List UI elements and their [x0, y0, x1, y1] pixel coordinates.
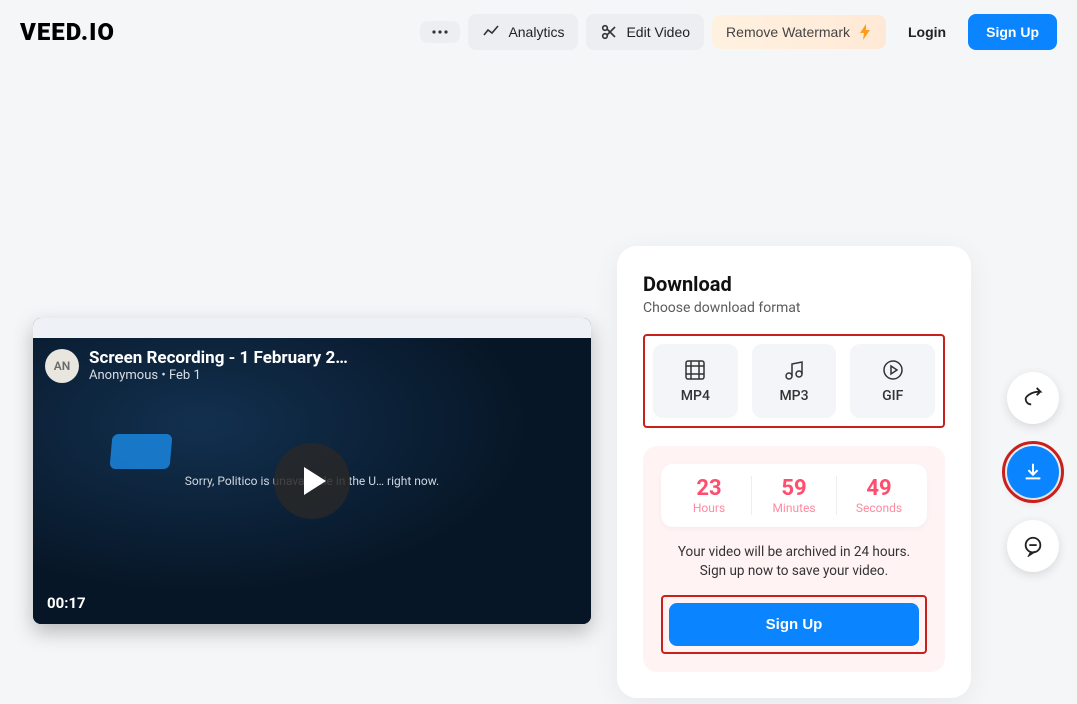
- signup-header-label: Sign Up: [986, 24, 1039, 40]
- analytics-icon: [482, 23, 500, 41]
- signup-cta-label: Sign Up: [766, 616, 823, 633]
- play-icon: [304, 467, 326, 495]
- video-header: AN Screen Recording - 1 February 2… Anon…: [45, 348, 579, 383]
- timer-seconds-value: 49: [837, 476, 921, 501]
- format-mp3[interactable]: MP3: [752, 344, 837, 418]
- format-mp4[interactable]: MP4: [653, 344, 738, 418]
- app-header: VEED.IO Analytics Edit Video Remove Wate…: [0, 0, 1077, 64]
- bolt-icon: [858, 24, 872, 40]
- format-row: MP4 MP3 GIF: [643, 334, 945, 428]
- remove-label: Remove Watermark: [726, 24, 850, 40]
- logo[interactable]: VEED.IO: [20, 18, 115, 46]
- timer-hours-value: 23: [667, 476, 751, 501]
- timer-seconds-label: Seconds: [837, 501, 921, 515]
- timer-minutes: 59 Minutes: [752, 476, 837, 515]
- video-body: AN Screen Recording - 1 February 2… Anon…: [33, 338, 591, 624]
- share-button[interactable]: [1007, 372, 1059, 424]
- download-title: Download: [643, 272, 945, 296]
- timer-hours: 23 Hours: [667, 476, 752, 515]
- video-preview: AN Screen Recording - 1 February 2… Anon…: [33, 318, 591, 624]
- format-mp4-label: MP4: [681, 388, 710, 404]
- download-button[interactable]: [1007, 446, 1059, 498]
- video-timestamp: 00:17: [47, 594, 86, 612]
- download-icon: [1022, 461, 1044, 483]
- analytics-label: Analytics: [508, 24, 564, 40]
- scissors-icon: [600, 23, 618, 41]
- comment-button[interactable]: [1007, 520, 1059, 572]
- signup-highlight: Sign Up: [661, 595, 927, 654]
- format-mp3-label: MP3: [779, 388, 808, 404]
- video-title: Screen Recording - 1 February 2…: [89, 348, 348, 368]
- music-icon: [782, 358, 806, 382]
- download-panel: Download Choose download format MP4 MP3 …: [617, 246, 971, 698]
- login-label: Login: [908, 24, 946, 40]
- archive-line1: Your video will be archived in 24 hours.: [678, 544, 910, 560]
- analytics-button[interactable]: Analytics: [468, 14, 578, 50]
- archive-box: 23 Hours 59 Minutes 49 Seconds Your vide…: [643, 446, 945, 672]
- signup-header-button[interactable]: Sign Up: [968, 14, 1057, 50]
- more-icon: [432, 30, 448, 34]
- format-gif[interactable]: GIF: [850, 344, 935, 418]
- timer-card: 23 Hours 59 Minutes 49 Seconds: [661, 464, 927, 527]
- comment-icon: [1022, 535, 1044, 557]
- avatar: AN: [45, 349, 79, 383]
- edit-label: Edit Video: [626, 24, 690, 40]
- archive-message: Your video will be archived in 24 hours.…: [661, 543, 927, 581]
- timer-hours-label: Hours: [667, 501, 751, 515]
- remove-watermark-button[interactable]: Remove Watermark: [712, 15, 886, 49]
- video-meta: Anonymous • Feb 1: [89, 368, 348, 383]
- format-gif-label: GIF: [882, 388, 903, 404]
- film-icon: [683, 358, 707, 382]
- login-button[interactable]: Login: [894, 15, 960, 49]
- gif-icon: [881, 358, 905, 382]
- timer-minutes-label: Minutes: [752, 501, 836, 515]
- timer-seconds: 49 Seconds: [837, 476, 921, 515]
- share-icon: [1022, 387, 1044, 409]
- side-rail: [1007, 372, 1059, 572]
- meta-sep: •: [161, 368, 169, 383]
- map-shape: [109, 434, 172, 469]
- signup-cta-button[interactable]: Sign Up: [669, 603, 919, 646]
- header-actions: Analytics Edit Video Remove Watermark Lo…: [420, 14, 1057, 50]
- more-button[interactable]: [420, 21, 460, 43]
- timer-minutes-value: 59: [752, 476, 836, 501]
- edit-video-button[interactable]: Edit Video: [586, 14, 704, 50]
- browser-chrome: [33, 318, 591, 338]
- play-button[interactable]: [274, 443, 350, 519]
- video-author: Anonymous: [89, 368, 158, 383]
- video-date: Feb 1: [169, 368, 201, 383]
- archive-line2: Sign up now to save your video.: [700, 563, 888, 579]
- download-subtitle: Choose download format: [643, 300, 945, 316]
